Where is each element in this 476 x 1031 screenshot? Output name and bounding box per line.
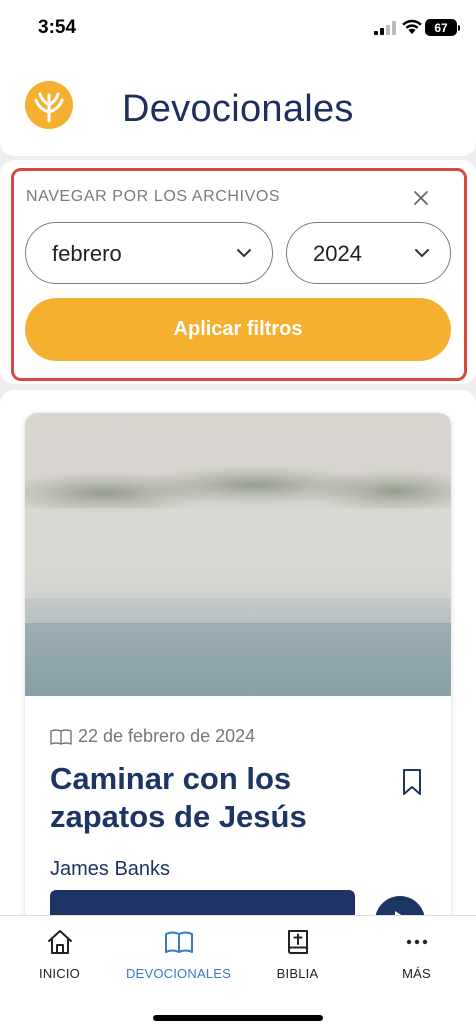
home-indicator bbox=[153, 1015, 323, 1021]
battery-icon: 67 bbox=[425, 19, 460, 36]
page-title: Devocionales bbox=[122, 88, 354, 130]
tab-label: BIBLIA bbox=[276, 966, 319, 981]
battery-level: 67 bbox=[434, 20, 448, 35]
tab-label: DEVOCIONALES bbox=[126, 966, 231, 981]
wifi-icon bbox=[402, 19, 422, 34]
chevron-down-icon bbox=[237, 249, 251, 257]
home-icon bbox=[47, 930, 72, 954]
year-select-value: 2024 bbox=[313, 241, 362, 266]
card-author[interactable]: James Banks bbox=[50, 858, 170, 881]
filter-heading: NAVEGAR POR LOS ARCHIVOS bbox=[26, 188, 281, 205]
tab-label: INICIO bbox=[39, 966, 80, 981]
devotional-list: 22 de febrero de 2024 Caminar con los za… bbox=[0, 390, 476, 950]
bottom-tab-bar: INICIO DEVOCIONALES BIBLIA MÁS bbox=[0, 915, 476, 1031]
tab-mas[interactable]: MÁS bbox=[357, 928, 476, 988]
month-select[interactable]: febrero bbox=[25, 222, 273, 284]
status-bar: 3:54 67 bbox=[0, 0, 476, 58]
tab-label: MÁS bbox=[402, 966, 431, 981]
tab-devocionales[interactable]: DEVOCIONALES bbox=[119, 928, 238, 988]
devotional-image bbox=[25, 413, 451, 696]
card-date-row: 22 de febrero de 2024 bbox=[50, 726, 255, 747]
tab-inicio[interactable]: INICIO bbox=[0, 928, 119, 988]
card-date: 22 de febrero de 2024 bbox=[78, 726, 256, 746]
year-select[interactable]: 2024 bbox=[286, 222, 451, 284]
bible-icon bbox=[287, 930, 308, 954]
month-select-value: febrero bbox=[52, 241, 122, 266]
app-header: Devocionales bbox=[0, 58, 476, 156]
book-icon bbox=[50, 728, 72, 745]
tab-biblia[interactable]: BIBLIA bbox=[238, 928, 357, 988]
devotional-card[interactable]: 22 de febrero de 2024 Caminar con los za… bbox=[25, 413, 451, 933]
close-icon[interactable] bbox=[410, 187, 432, 209]
card-title[interactable]: Caminar con los zapatos de Jesús bbox=[50, 760, 380, 836]
apply-filters-button[interactable]: Aplicar filtros bbox=[25, 298, 451, 361]
more-icon bbox=[406, 939, 427, 945]
wheat-logo-icon bbox=[25, 81, 73, 129]
bookmark-icon[interactable] bbox=[401, 768, 423, 796]
signal-icon bbox=[374, 21, 396, 35]
book-icon bbox=[164, 931, 193, 953]
archive-filter-panel: NAVEGAR POR LOS ARCHIVOS febrero 2024 Ap… bbox=[0, 160, 476, 384]
status-time: 3:54 bbox=[38, 17, 77, 38]
chevron-down-icon bbox=[415, 249, 429, 257]
